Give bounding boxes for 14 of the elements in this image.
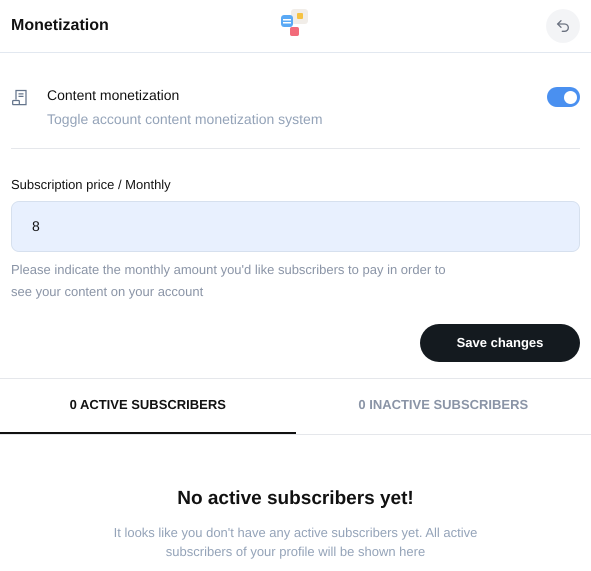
field-hint: Please indicate the monthly amount you'd like subscribers to pay in order to see your content on your account: [11, 260, 447, 301]
empty-text: It looks like you don't have any active subscribers yet. All active subscribers of your profile will be shown here: [112, 524, 478, 561]
undo-button[interactable]: [546, 9, 580, 43]
page-title: Monetization: [11, 16, 109, 36]
chat-bubbles-icon: [280, 8, 310, 38]
field-label: Subscription price / Monthly: [11, 176, 172, 194]
tab[interactable]: 0 ACTIVE SUBSCRIBERS: [0, 378, 296, 434]
setting-description: Toggle account content monetization system: [47, 110, 324, 129]
empty-title: No active subscribers yet!: [177, 486, 414, 510]
undo-icon: [555, 18, 571, 34]
price-field[interactable]: 8: [11, 200, 580, 252]
toggle-switch[interactable]: [547, 87, 580, 107]
setting-title: Content monetization: [47, 86, 180, 105]
save-button[interactable]: Save changes: [420, 324, 580, 362]
